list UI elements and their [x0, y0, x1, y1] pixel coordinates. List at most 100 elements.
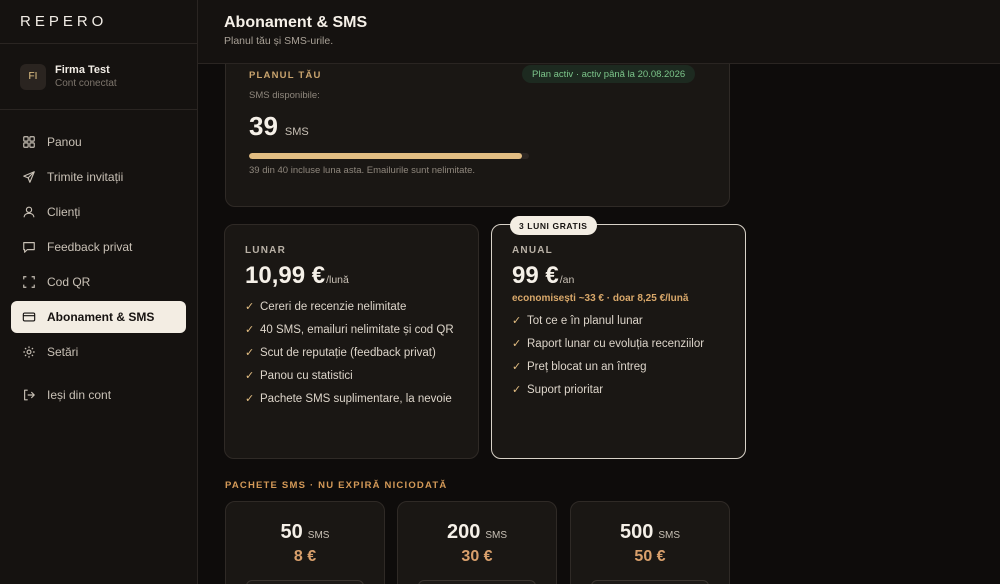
- sidebar-item-feedback-privat[interactable]: Feedback privat: [11, 231, 186, 263]
- pack-qty-number: 200: [446, 521, 481, 543]
- logout-icon: [24, 389, 35, 401]
- user-icon: [23, 206, 35, 218]
- avatar: FI: [20, 63, 46, 90]
- buy-pack-button[interactable]: [246, 580, 364, 584]
- check-icon: ✓: [245, 324, 255, 336]
- sms-count-unit: SMS: [284, 126, 309, 138]
- pack-qty-number: 50: [280, 521, 303, 543]
- account-name: Firma Test: [55, 64, 110, 76]
- main-content[interactable]: PLANUL TĂU Plan activ · activ până la 20…: [198, 64, 1000, 584]
- check-icon: ✓: [245, 393, 255, 405]
- status-badge: Plan activ · activ până la 20.08.2026: [522, 65, 696, 83]
- grid-icon: [23, 136, 35, 148]
- sidebar-item-label: Setări: [47, 345, 79, 359]
- annual-features-list: ✓ Tot ce e în planul lunar ✓ Raport lunar …: [512, 314, 725, 398]
- sidebar-item-abonament-sms[interactable]: Abonament & SMS: [11, 301, 186, 333]
- pack-quantity: 50 SMS: [226, 521, 384, 544]
- check-icon: ✓: [245, 370, 255, 382]
- brand-logo[interactable]: REPERO: [0, 0, 197, 44]
- annual-plan-card[interactable]: 3 LUNI GRATIS ANUAL 99 € /an economiseșt…: [491, 216, 746, 459]
- list-item: ✓ Cereri de recenzie nelimitate: [245, 300, 458, 315]
- annual-price-period: /an: [559, 274, 575, 286]
- sidebar-item-clienti[interactable]: Clienți: [11, 196, 186, 228]
- annual-plan-eyebrow: ANUAL: [512, 245, 553, 256]
- pack-price: 8 €: [293, 548, 317, 565]
- page-header: Abonament & SMS Planul tău și SMS-urile.: [198, 0, 1000, 64]
- sidebar-item-label: Panou: [47, 135, 82, 149]
- list-item: ✓ Panou cu statistici: [245, 369, 458, 384]
- sms-pack-card[interactable]: 500 SMS 50 €: [570, 501, 730, 584]
- sms-progress-fill: [249, 153, 522, 159]
- monthly-price: 10,99 € /lună: [245, 262, 458, 290]
- sms-count: 39 SMS: [249, 111, 309, 142]
- send-icon: [23, 171, 35, 183]
- sidebar-item-label: Clienți: [47, 205, 81, 219]
- sidebar-item-label: Trimite invitații: [47, 170, 124, 184]
- message-icon: [23, 242, 35, 253]
- buy-pack-button[interactable]: [591, 580, 709, 584]
- pack-price: 30 €: [461, 548, 493, 565]
- pack-qty-unit: SMS: [307, 530, 330, 541]
- sidebar-item-trimite-invitatii[interactable]: Trimite invitații: [11, 161, 186, 193]
- list-item: ✓ Preț blocat un an întreg: [512, 360, 725, 375]
- sidebar-item-label: Feedback privat: [47, 240, 133, 254]
- buy-pack-button[interactable]: [418, 580, 536, 584]
- check-icon: ✓: [512, 338, 522, 350]
- plan-eyebrow: PLANUL TĂU: [249, 70, 322, 81]
- feature-text: Tot ce e în planul lunar: [527, 315, 643, 327]
- pack-qty-number: 500: [619, 521, 654, 543]
- annual-savings: economisești ~33 € · doar 8,25 €/lună: [512, 293, 689, 304]
- account-card[interactable]: FI Firma Test Cont conectat: [0, 44, 197, 110]
- check-icon: ✓: [512, 315, 522, 327]
- pack-qty-unit: SMS: [658, 530, 681, 541]
- sms-packs-heading: PACHETE SMS · NU EXPIRĂ NICIODATĂ: [225, 480, 448, 491]
- sms-count-number: 39: [249, 111, 278, 141]
- annual-price: 99 € /an: [512, 262, 725, 290]
- sidebar-nav: Panou Trimite invitații Clienți Feedback…: [0, 110, 197, 411]
- check-icon: ✓: [245, 301, 255, 313]
- pack-quantity: 200 SMS: [398, 521, 556, 544]
- list-item: ✓ Raport lunar cu evoluția recenziilor: [512, 337, 725, 352]
- list-item: ✓ 40 SMS, emailuri nelimitate și cod QR: [245, 323, 458, 338]
- sidebar-item-setari[interactable]: Setări: [11, 336, 186, 368]
- check-icon: ✓: [512, 361, 522, 373]
- page-subtitle: Planul tău și SMS-urile.: [224, 35, 334, 47]
- sidebar-item-label: Abonament & SMS: [47, 310, 155, 324]
- card-icon: [22, 312, 36, 322]
- logout-label: Ieși din cont: [47, 388, 112, 402]
- check-icon: ✓: [245, 347, 255, 359]
- feature-text: Scut de reputație (feedback privat): [260, 347, 436, 359]
- sidebar-item-cod-qr[interactable]: Cod QR: [11, 266, 186, 298]
- pack-quantity: 500 SMS: [571, 521, 729, 544]
- qr-icon: [23, 276, 35, 288]
- feature-text: Panou cu statistici: [260, 370, 353, 382]
- list-item: ✓ Suport prioritar: [512, 383, 725, 398]
- account-status: Cont conectat: [55, 78, 117, 89]
- logout-button[interactable]: Ieși din cont: [11, 379, 186, 411]
- sms-usage-note: 39 din 40 incluse luna asta. Emailurile …: [249, 165, 476, 176]
- sms-pack-card[interactable]: 50 SMS 8 €: [225, 501, 385, 584]
- feature-text: Suport prioritar: [527, 384, 604, 396]
- feature-text: Raport lunar cu evoluția recenziilor: [527, 338, 705, 350]
- feature-text: Preț blocat un an întreg: [527, 361, 647, 373]
- sms-pack-card[interactable]: 200 SMS 30 €: [397, 501, 557, 584]
- sidebar-item-label: Cod QR: [47, 275, 91, 289]
- check-icon: ✓: [512, 384, 522, 396]
- sidebar: REPERO FI Firma Test Cont conectat Panou…: [0, 0, 198, 584]
- nav-divider: [11, 371, 186, 379]
- page-title: Abonament & SMS: [224, 14, 368, 31]
- feature-text: Cereri de recenzie nelimitate: [260, 301, 407, 313]
- monthly-features-list: ✓ Cereri de recenzie nelimitate ✓ 40 SMS, …: [245, 300, 458, 407]
- monthly-plan-eyebrow: LUNAR: [245, 245, 286, 256]
- sidebar-item-panou[interactable]: Panou: [11, 126, 186, 158]
- current-plan-card: PLANUL TĂU Plan activ · activ până la 20…: [225, 64, 730, 207]
- monthly-price-amount: 10,99 €: [245, 262, 326, 289]
- monthly-price-period: /lună: [326, 274, 349, 286]
- list-item: ✓ Pachete SMS suplimentare, la nevoie: [245, 392, 458, 407]
- monthly-plan-card[interactable]: LUNAR 10,99 € /lună ✓ Cereri de recenzie …: [224, 224, 479, 459]
- annual-price-amount: 99 €: [512, 262, 559, 289]
- list-item: ✓ Scut de reputație (feedback privat): [245, 346, 458, 361]
- pack-price: 50 €: [634, 548, 666, 565]
- sms-progress-bar: [249, 153, 529, 159]
- pack-qty-unit: SMS: [485, 530, 508, 541]
